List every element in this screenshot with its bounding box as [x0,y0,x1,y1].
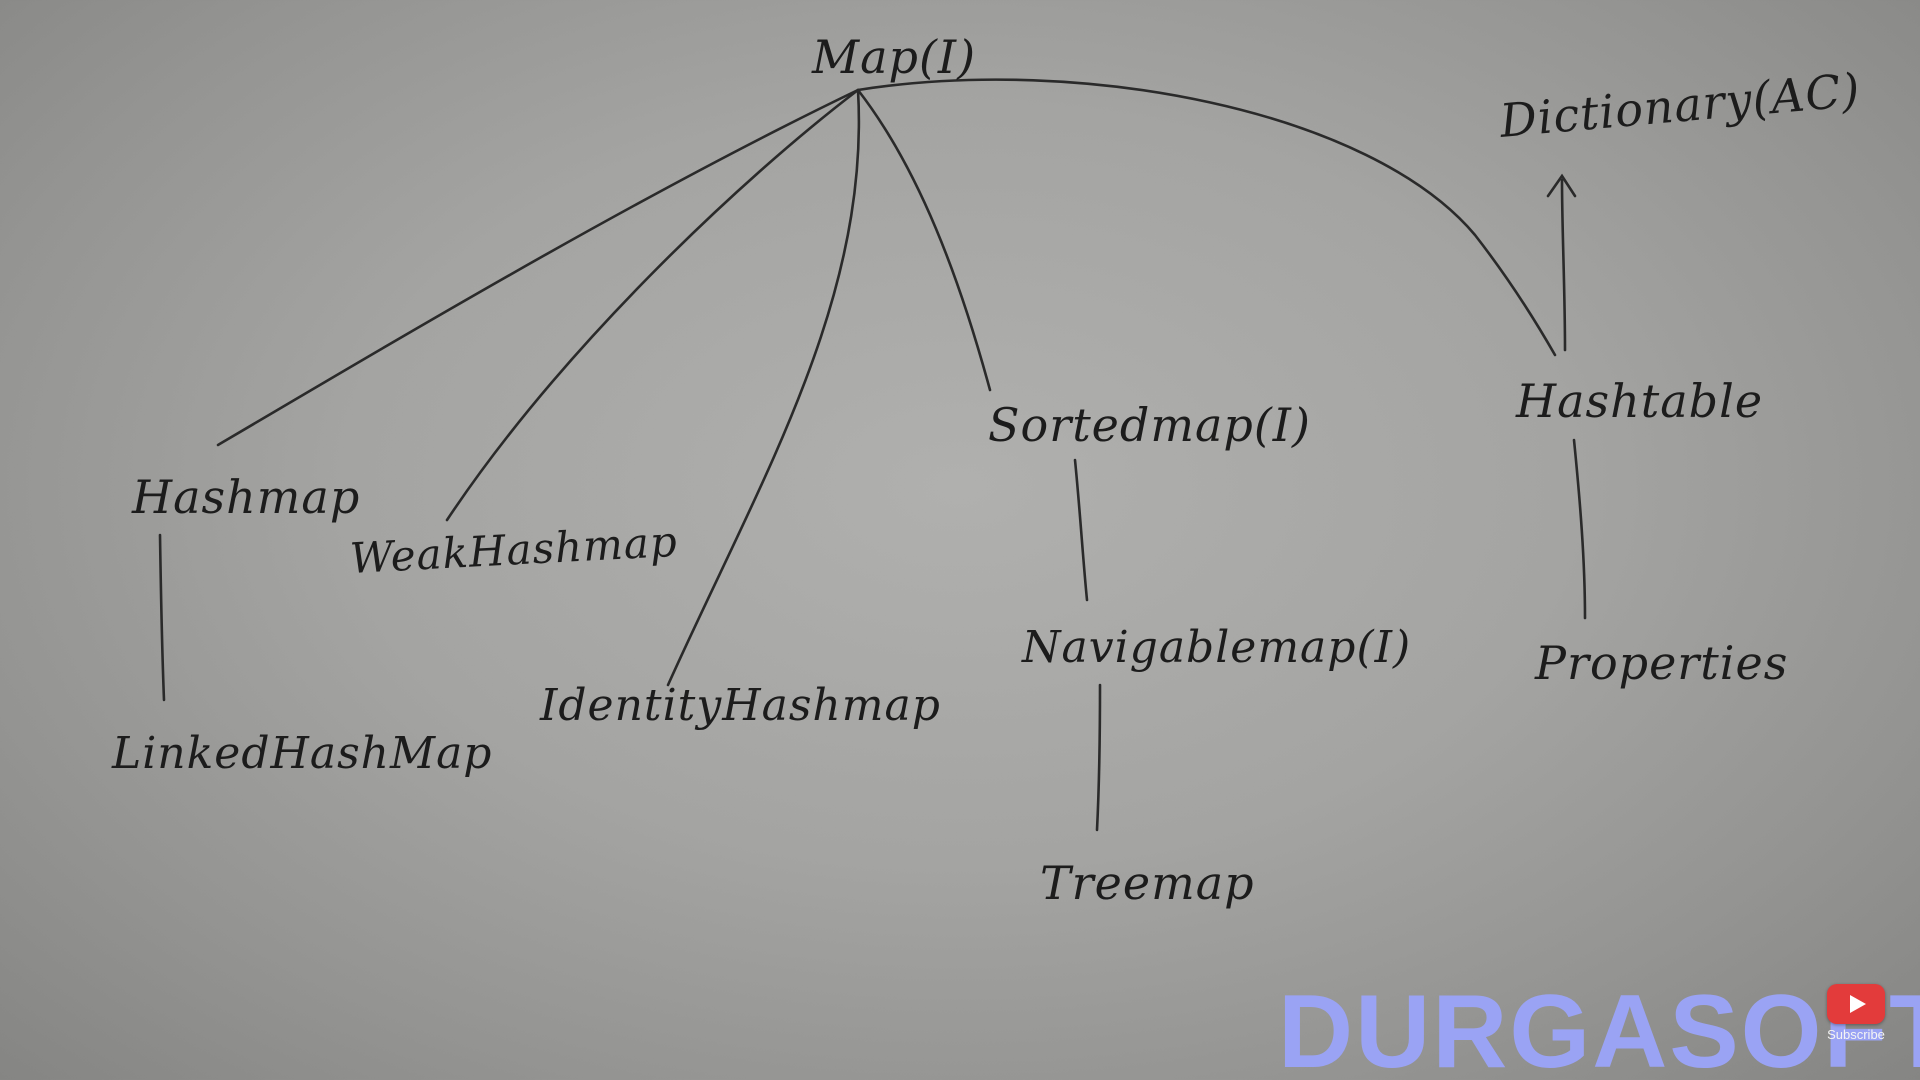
node-properties: Properties [1535,636,1789,690]
node-hashmap: Hashmap [132,470,361,524]
edge-map-sortedmap [856,88,992,392]
edge-hashtable-properties [1572,438,1587,620]
edge-map-hashtable [856,78,1557,357]
node-navigablemap: Navigablemap(I) [1022,622,1412,673]
diagram-edges [158,78,1587,832]
edge-hashtable-dictionary [1560,178,1567,352]
durgasoft-watermark: DURGASOFT [1278,974,1920,1080]
subscribe-button[interactable]: Subscribe [1826,984,1886,1042]
node-hashtable: Hashtable [1516,374,1764,428]
edge-hashmap-linkedhashmap [158,533,166,702]
edge-map-identityhashmap [666,88,861,687]
edge-sortedmap-navigablemap [1073,458,1089,602]
node-identity-hashmap: IdentityHashmap [540,680,941,731]
edge-map-hashmap [216,88,860,447]
subscribe-label: Subscribe [1827,1027,1885,1042]
node-map: Map(I) [812,30,977,84]
edge-navigablemap-treemap [1095,683,1102,832]
node-sortedmap: Sortedmap(I) [988,398,1311,452]
node-linked-hashmap: LinkedHashMap [112,728,493,779]
node-treemap: Treemap [1040,856,1255,910]
youtube-play-icon [1827,984,1885,1024]
edge-map-weakhashmap [445,88,860,522]
